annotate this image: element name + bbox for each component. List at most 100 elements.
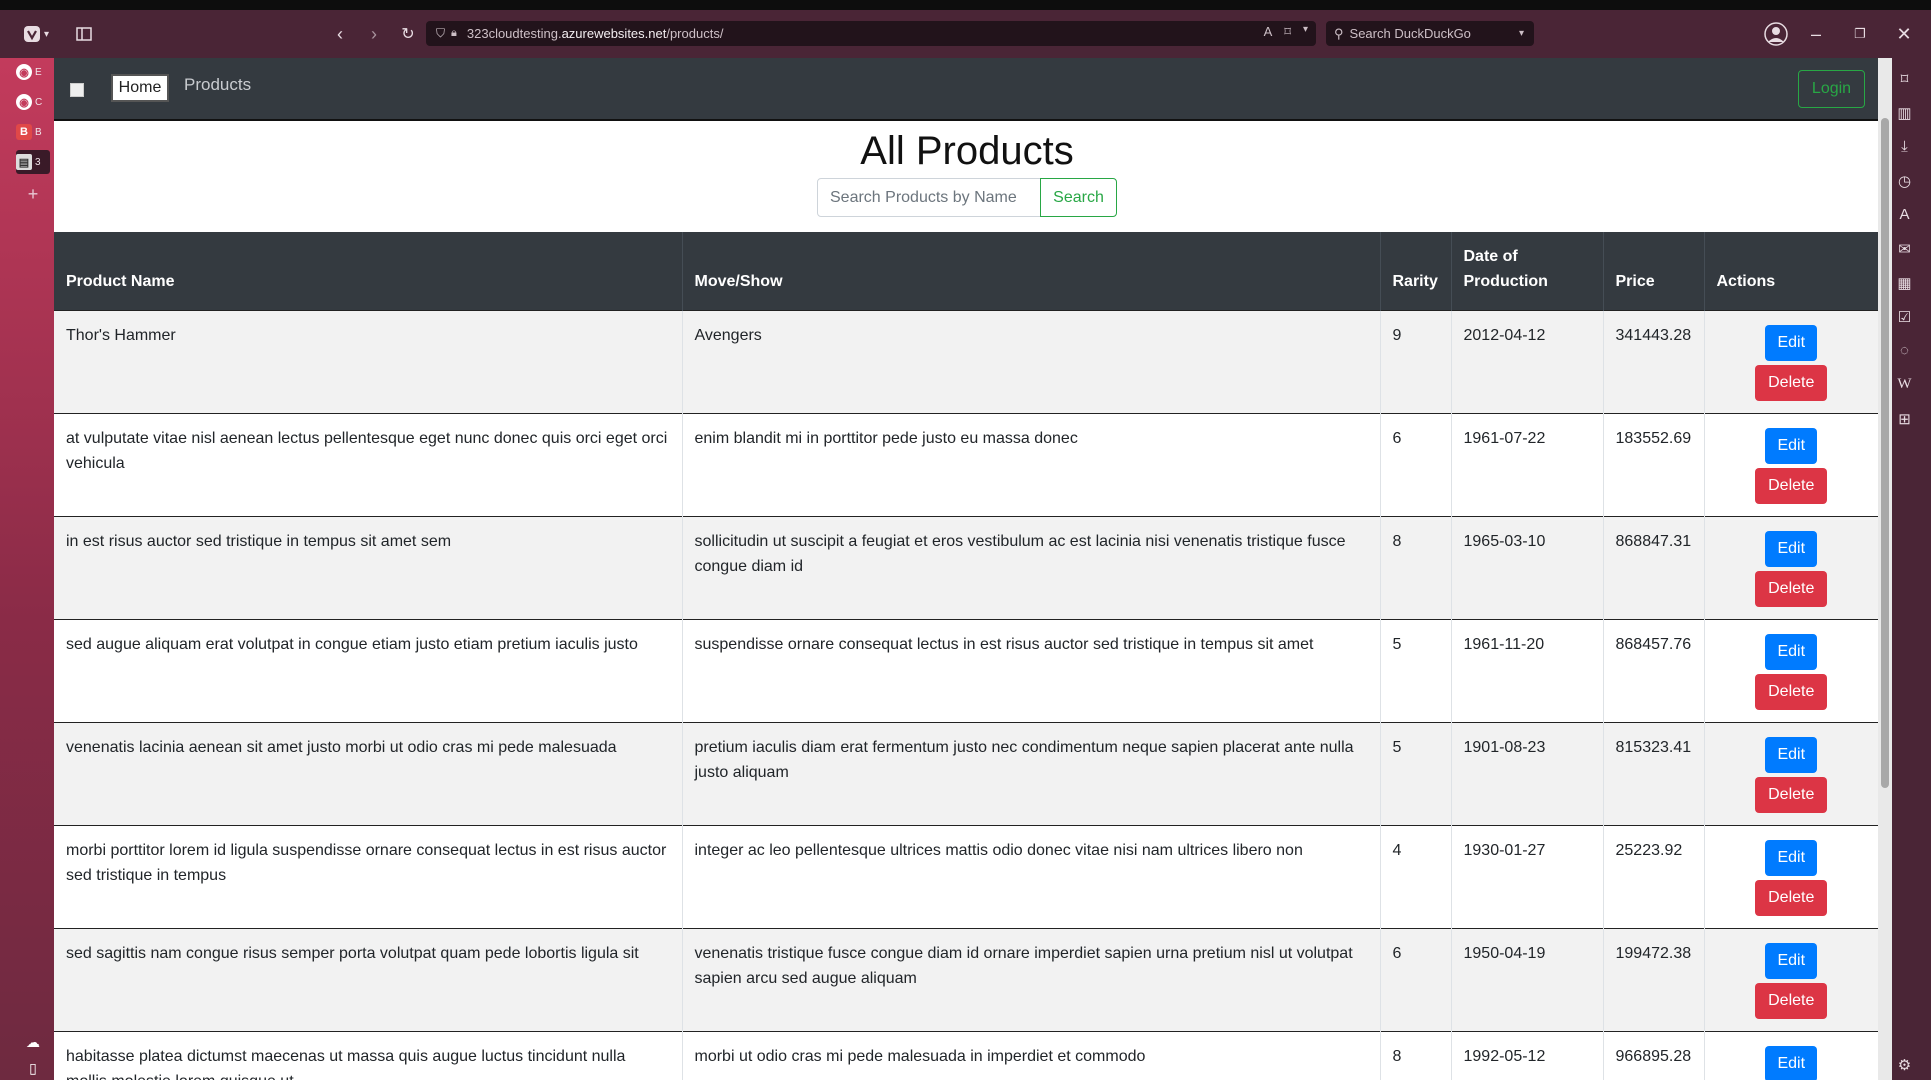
new-tab-button[interactable]: + (16, 182, 50, 206)
cell-price: 341443.28 (1602, 310, 1704, 414)
search-engine-field[interactable]: ⚲ Search DuckDuckGo ▾ (1326, 21, 1534, 46)
search-button[interactable]: Search (1040, 178, 1117, 217)
nav-home-button[interactable]: Home (111, 74, 169, 102)
cell-rarity: 9 (1379, 310, 1451, 414)
cell-product-name: at vulputate vitae nisl aenean lectus pe… (54, 413, 682, 517)
window-top-strip (0, 0, 1931, 10)
lock-icon: 🔒︎ (451, 27, 457, 39)
bootstrap-icon: B (16, 124, 32, 140)
minimize-icon[interactable]: – (1804, 22, 1828, 46)
cell-date: 1965-03-10 (1450, 516, 1603, 620)
cell-product-name: sed sagittis nam congue risus semper por… (54, 928, 682, 1032)
nav-products-link[interactable]: Products (184, 75, 251, 95)
bookmark-icon[interactable]: ⌑ (1284, 24, 1291, 40)
cell-date: 1950-04-19 (1450, 928, 1603, 1032)
table-row: sed augue aliquam erat volutpat in congu… (54, 619, 1878, 723)
reload-icon[interactable]: ↻ (396, 22, 420, 46)
cell-rarity: 8 (1379, 1031, 1451, 1080)
profile-avatar-icon[interactable] (1762, 20, 1790, 48)
table-row: venenatis lacinia aenean sit amet justo … (54, 722, 1878, 826)
table-row: Thor's Hammer Avengers 9 2012-04-12 341443.2… (54, 310, 1878, 414)
chevron-down-icon[interactable]: ▾ (1519, 28, 1524, 39)
cell-actions: Edit Delete (1703, 413, 1878, 517)
cell-actions: Edit Delete (1703, 516, 1878, 620)
header-product-name: Product Name (54, 232, 682, 311)
address-bar[interactable]: ⛉ 🔒︎ 323cloudtesting.azurewebsites.net/p… (426, 21, 1316, 46)
edit-button[interactable]: Edit (1765, 634, 1818, 670)
forward-icon[interactable]: › (362, 22, 386, 46)
search-icon: ⚲ (1334, 25, 1344, 41)
cell-rarity: 6 (1379, 928, 1451, 1032)
table-row: morbi porttitor lorem id ligula suspendi… (54, 825, 1878, 929)
delete-button[interactable]: Delete (1755, 880, 1828, 916)
cell-product-name: in est risus auctor sed tristique in tem… (54, 516, 682, 620)
cell-movie-show: pretium iaculis diam erat fermentum just… (681, 722, 1380, 826)
edit-button[interactable]: Edit (1765, 325, 1818, 361)
cell-price: 25223.92 (1602, 825, 1704, 929)
search-engine-placeholder: Search DuckDuckGo (1349, 26, 1471, 41)
github-icon: ◉ (16, 64, 32, 80)
web-page: Home Products Login All Products Search … (54, 58, 1878, 1080)
delete-button[interactable]: Delete (1755, 468, 1828, 504)
tab-sidebar: ◉ E ◉ C BB ▤ 3 + ☁ ▯ (0, 58, 54, 1080)
github-icon: ◉ (16, 94, 32, 110)
page-scrollbar[interactable] (1878, 58, 1892, 1080)
cell-actions: Edit Delete (1703, 619, 1878, 723)
cell-movie-show: venenatis tristique fusce congue diam id… (681, 928, 1380, 1032)
cell-movie-show: morbi ut odio cras mi pede malesuada in … (681, 1031, 1380, 1080)
cell-product-name: habitasse platea dictumst maecenas ut ma… (54, 1031, 682, 1080)
restore-icon[interactable]: ❐ (1848, 22, 1872, 46)
close-icon[interactable]: ✕ (1892, 22, 1916, 46)
page-icon: ▤ (16, 154, 32, 170)
translate-icon[interactable]: A (1264, 24, 1273, 40)
table-row: at vulputate vitae nisl aenean lectus pe… (54, 413, 1878, 517)
browser-titlebar: ▾ ‹ › ↻ ⛉ 🔒︎ 323cloudtesting.azurewebsit… (0, 10, 1931, 58)
product-search-input[interactable]: Search Products by Name (817, 178, 1041, 217)
cell-date: 1961-11-20 (1450, 619, 1603, 723)
delete-button[interactable]: Delete (1755, 983, 1828, 1019)
delete-button[interactable]: Delete (1755, 365, 1828, 401)
header-movie-show: Move/Show (681, 232, 1380, 311)
brand-logo[interactable] (70, 83, 84, 97)
cell-product-name: morbi porttitor lorem id ligula suspendi… (54, 825, 682, 929)
delete-button[interactable]: Delete (1755, 674, 1828, 710)
edit-button[interactable]: Edit (1765, 1046, 1818, 1080)
trash-icon[interactable]: ▯ (16, 1056, 50, 1080)
cell-movie-show: sollicitudin ut suscipit a feugiat et er… (681, 516, 1380, 620)
tab-item[interactable]: BB (16, 120, 50, 144)
login-button[interactable]: Login (1798, 70, 1865, 108)
cloud-sync-icon[interactable]: ☁ (16, 1030, 50, 1054)
tab-item[interactable]: ◉ C (16, 90, 50, 114)
vivaldi-menu-icon[interactable]: ▾ (18, 22, 54, 46)
edit-button[interactable]: Edit (1765, 840, 1818, 876)
chevron-down-icon[interactable]: ▾ (1303, 24, 1308, 40)
edit-button[interactable]: Edit (1765, 531, 1818, 567)
cell-actions: EditDelete (1703, 1031, 1878, 1080)
back-icon[interactable]: ‹ (328, 22, 352, 46)
cell-movie-show: Avengers (681, 310, 1380, 414)
tab-item[interactable]: ◉ E (16, 60, 50, 84)
shield-icon[interactable]: ⛉ (436, 26, 445, 41)
header-price: Price (1602, 232, 1704, 311)
delete-button[interactable]: Delete (1755, 777, 1828, 813)
header-date: Date of Production (1450, 232, 1603, 311)
header-actions: Actions (1703, 232, 1878, 311)
panel-toggle-icon[interactable] (72, 22, 96, 46)
delete-button[interactable]: Delete (1755, 571, 1828, 607)
cell-date: 1992-05-12 (1450, 1031, 1603, 1080)
edit-button[interactable]: Edit (1765, 943, 1818, 979)
scrollbar-thumb[interactable] (1881, 118, 1889, 788)
edit-button[interactable]: Edit (1765, 737, 1818, 773)
tab-item-active[interactable]: ▤ 3 (16, 150, 50, 174)
table-row: in est risus auctor sed tristique in tem… (54, 516, 1878, 620)
cell-rarity: 8 (1379, 516, 1451, 620)
table-row: habitasse platea dictumst maecenas ut ma… (54, 1031, 1878, 1080)
page-title: All Products (860, 129, 1074, 173)
url-text: 323cloudtesting.azurewebsites.net/produc… (466, 26, 724, 41)
products-table: Product Name Move/Show Rarity Date of Pr… (54, 232, 1878, 1080)
cell-product-name: sed augue aliquam erat volutpat in congu… (54, 619, 682, 723)
cell-price: 966895.28 (1602, 1031, 1704, 1080)
edit-button[interactable]: Edit (1765, 428, 1818, 464)
header-rarity: Rarity (1379, 232, 1451, 311)
site-navbar: Home Products Login (54, 58, 1878, 121)
